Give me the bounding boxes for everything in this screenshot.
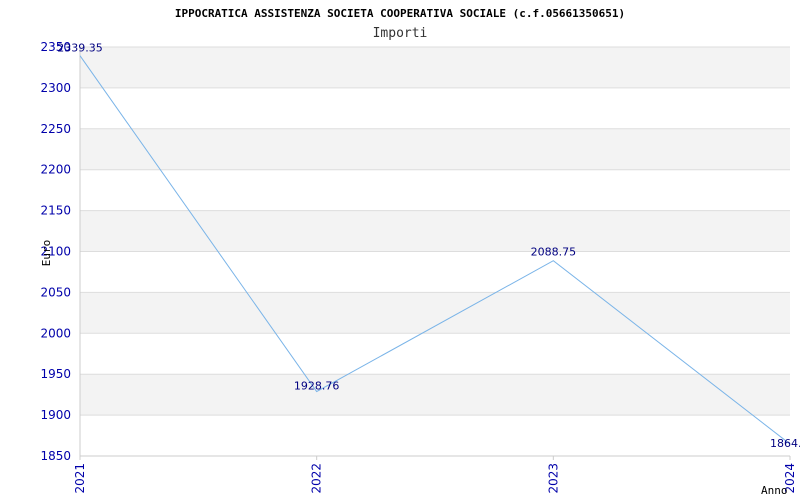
background-band xyxy=(80,292,790,334)
data-label: 2339.35 xyxy=(57,42,103,55)
y-tick-label: 2050 xyxy=(40,285,71,299)
background-band xyxy=(80,210,790,252)
y-tick-label: 2200 xyxy=(40,163,71,177)
y-tick-label: 1850 xyxy=(40,449,71,463)
data-label: 2088.75 xyxy=(531,246,577,259)
x-tick-label: 2022 xyxy=(310,463,324,494)
y-tick-label: 2250 xyxy=(40,122,71,136)
background-bands xyxy=(80,47,790,416)
chart-container: 1850 1900 1950 2000 2050 2100 2150 2200 2250 2300… xyxy=(0,0,800,500)
x-tick-labels: 2021 2022 2023 2024 xyxy=(73,463,797,494)
y-axis-label: Euro xyxy=(40,240,53,267)
x-tick-label: 2021 xyxy=(73,463,87,494)
y-tick-label: 2300 xyxy=(40,81,71,95)
chart-title: IPPOCRATICA ASSISTENZA SOCIETA COOPERATI… xyxy=(175,7,625,20)
y-tick-label: 1900 xyxy=(40,408,71,422)
data-label: 1928.76 xyxy=(294,380,340,393)
x-axis-label: Anno xyxy=(761,484,788,497)
y-tick-label: 1950 xyxy=(40,367,71,381)
background-band xyxy=(80,128,790,170)
y-tick-label: 2150 xyxy=(40,204,71,218)
x-tick-label: 2023 xyxy=(546,463,560,494)
data-label: 1864.6 xyxy=(770,437,800,450)
y-tick-label: 2000 xyxy=(40,326,71,340)
background-band xyxy=(80,374,790,416)
line-chart: 1850190019502000205021002150220022502300… xyxy=(40,7,800,497)
chart-subtitle: Importi xyxy=(373,26,428,41)
background-band xyxy=(80,47,790,88)
